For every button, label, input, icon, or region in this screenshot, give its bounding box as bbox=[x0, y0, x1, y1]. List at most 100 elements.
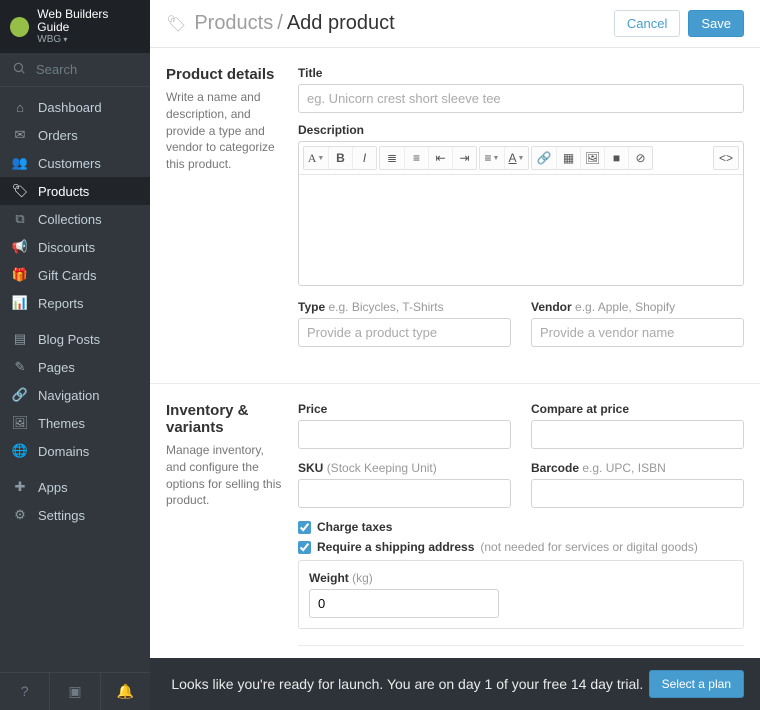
chat-button[interactable]: ▣ bbox=[49, 673, 99, 710]
section-title: Inventory & variants bbox=[166, 402, 286, 436]
notifications-button[interactable]: 🔔 bbox=[100, 673, 150, 710]
tag-icon: 🏷 bbox=[166, 14, 186, 34]
table-button[interactable]: ▦ bbox=[556, 147, 580, 169]
sidebar-footer: ? ▣ 🔔 bbox=[0, 672, 150, 710]
home-icon: ⌂ bbox=[12, 99, 28, 115]
help-icon: ? bbox=[21, 683, 29, 699]
outdent-button[interactable]: ⇤ bbox=[428, 147, 452, 169]
video-button[interactable]: ■ bbox=[604, 147, 628, 169]
font-button[interactable]: A▼ bbox=[304, 147, 328, 169]
bell-icon: 🔔 bbox=[117, 683, 134, 699]
page-icon: ✎ bbox=[12, 359, 28, 375]
italic-button[interactable]: I bbox=[352, 147, 376, 169]
weight-label: Weight (kg) bbox=[309, 571, 733, 585]
sku-label: SKU (Stock Keeping Unit) bbox=[298, 461, 511, 475]
chat-icon: ▣ bbox=[68, 683, 81, 699]
gift-icon: 🎁 bbox=[12, 267, 28, 283]
image-icon: 🖼 bbox=[12, 415, 28, 431]
title-label: Title bbox=[298, 66, 744, 80]
sku-input[interactable] bbox=[298, 479, 511, 508]
nav-blog-posts[interactable]: ▤Blog Posts bbox=[0, 325, 150, 353]
charge-taxes-checkbox[interactable] bbox=[298, 521, 311, 534]
nav-navigation[interactable]: 🔗Navigation bbox=[0, 381, 150, 409]
description-editor: A▼ B I ≣ ≡ ⇤ ⇥ ≡▼ bbox=[298, 141, 744, 286]
barcode-label: Barcode e.g. UPC, ISBN bbox=[531, 461, 744, 475]
brand-title: Web Builders Guide bbox=[37, 8, 140, 34]
weight-input[interactable] bbox=[309, 589, 499, 618]
nav-gift-cards[interactable]: 🎁Gift Cards bbox=[0, 261, 150, 289]
brand-switcher[interactable]: Web Builders Guide WBG bbox=[0, 0, 150, 53]
main: 🏷 Products/Add product Cancel Save Produ… bbox=[150, 0, 760, 710]
save-button[interactable]: Save bbox=[688, 10, 744, 37]
nav-customers[interactable]: 👥Customers bbox=[0, 149, 150, 177]
clear-button[interactable]: ⊘ bbox=[628, 147, 652, 169]
sidebar: Web Builders Guide WBG ⌂Dashboard ✉Order… bbox=[0, 0, 150, 710]
vendor-label: Vendor e.g. Apple, Shopify bbox=[531, 300, 744, 314]
page-header: 🏷 Products/Add product Cancel Save bbox=[150, 0, 760, 48]
price-input[interactable] bbox=[298, 420, 511, 449]
section-desc: Manage inventory, and configure the opti… bbox=[166, 442, 286, 509]
bars-icon: 📊 bbox=[12, 295, 28, 311]
section-title: Product details bbox=[166, 66, 286, 83]
search-row bbox=[0, 53, 150, 87]
charge-taxes-label: Charge taxes bbox=[317, 520, 392, 534]
description-input[interactable] bbox=[299, 175, 743, 285]
indent-button[interactable]: ⇥ bbox=[452, 147, 476, 169]
puzzle-icon: ✚ bbox=[12, 479, 28, 495]
compare-input[interactable] bbox=[531, 420, 744, 449]
nav-settings[interactable]: ⚙Settings bbox=[0, 501, 150, 529]
search-icon bbox=[12, 61, 26, 78]
inbox-icon: ✉ bbox=[12, 127, 28, 143]
require-shipping-label: Require a shipping address bbox=[317, 540, 474, 554]
megaphone-icon: 📢 bbox=[12, 239, 28, 255]
type-input[interactable] bbox=[298, 318, 511, 347]
weight-box: Weight (kg) bbox=[298, 560, 744, 629]
link-icon: 🔗 bbox=[12, 387, 28, 403]
brand-subtitle: WBG bbox=[37, 34, 140, 45]
cancel-button[interactable]: Cancel bbox=[614, 10, 680, 37]
people-icon: 👥 bbox=[12, 155, 28, 171]
editor-toolbar: A▼ B I ≣ ≡ ⇤ ⇥ ≡▼ bbox=[299, 142, 743, 175]
nav-themes[interactable]: 🖼Themes bbox=[0, 409, 150, 437]
nav-orders[interactable]: ✉Orders bbox=[0, 121, 150, 149]
select-plan-button[interactable]: Select a plan bbox=[649, 670, 744, 698]
nav-pages[interactable]: ✎Pages bbox=[0, 353, 150, 381]
price-label: Price bbox=[298, 402, 511, 416]
nav-domains[interactable]: 🌐Domains bbox=[0, 437, 150, 465]
description-label: Description bbox=[298, 123, 744, 137]
nav-reports[interactable]: 📊Reports bbox=[0, 289, 150, 317]
trial-banner: Looks like you're ready for launch. You … bbox=[150, 658, 760, 710]
compare-label: Compare at price bbox=[531, 402, 744, 416]
align-button[interactable]: ≡▼ bbox=[480, 147, 504, 169]
nav-apps[interactable]: ✚Apps bbox=[0, 473, 150, 501]
content-scroll[interactable]: Product details Write a name and descrip… bbox=[150, 48, 760, 710]
blog-icon: ▤ bbox=[12, 331, 28, 347]
nav-discounts[interactable]: 📢Discounts bbox=[0, 233, 150, 261]
tag-icon: 🏷 bbox=[12, 183, 28, 199]
vendor-input[interactable] bbox=[531, 318, 744, 347]
color-button[interactable]: A▼ bbox=[504, 147, 528, 169]
link-button[interactable]: 🔗 bbox=[532, 147, 556, 169]
shop-logo bbox=[10, 17, 29, 37]
nav-collections[interactable]: ⧉Collections bbox=[0, 205, 150, 233]
trial-banner-text: Looks like you're ready for launch. You … bbox=[166, 676, 649, 692]
breadcrumb-current: Add product bbox=[287, 12, 395, 34]
title-input[interactable] bbox=[298, 84, 744, 113]
image-button[interactable]: 🖼 bbox=[580, 147, 604, 169]
list-ul-button[interactable]: ≣ bbox=[380, 147, 404, 169]
gear-icon: ⚙ bbox=[12, 507, 28, 523]
globe-icon: 🌐 bbox=[12, 443, 28, 459]
bold-button[interactable]: B bbox=[328, 147, 352, 169]
section-desc: Write a name and description, and provid… bbox=[166, 89, 286, 173]
list-ol-button[interactable]: ≡ bbox=[404, 147, 428, 169]
barcode-input[interactable] bbox=[531, 479, 744, 508]
html-button[interactable]: <> bbox=[714, 147, 738, 169]
section-product-details: Product details Write a name and descrip… bbox=[150, 48, 760, 384]
help-button[interactable]: ? bbox=[0, 673, 49, 710]
search-input[interactable] bbox=[36, 62, 138, 77]
nav-products[interactable]: 🏷Products bbox=[0, 177, 150, 205]
breadcrumb-root[interactable]: Products bbox=[194, 12, 273, 34]
nav-dashboard[interactable]: ⌂Dashboard bbox=[0, 93, 150, 121]
breadcrumb: Products/Add product bbox=[194, 12, 394, 35]
require-shipping-checkbox[interactable] bbox=[298, 541, 311, 554]
